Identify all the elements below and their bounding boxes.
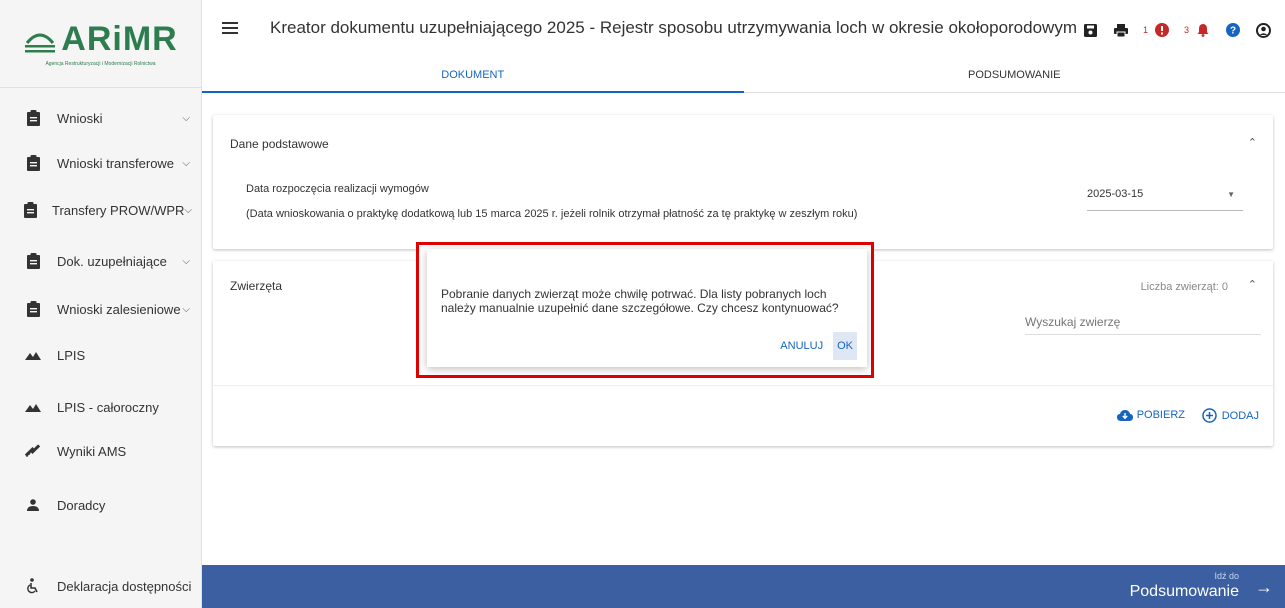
dialog-highlight: Pobranie danych zwierząt może chwilę pot… <box>416 242 874 378</box>
ok-button[interactable]: OK <box>833 332 857 360</box>
modal-overlay: Pobranie danych zwierząt może chwilę pot… <box>0 0 1285 608</box>
confirm-dialog: Pobranie danych zwierząt może chwilę pot… <box>427 249 867 367</box>
cancel-button[interactable]: ANULUJ <box>776 332 827 360</box>
dialog-actions: ANULUJ OK <box>776 332 857 360</box>
dialog-message: Pobranie danych zwierząt może chwilę pot… <box>441 287 839 315</box>
